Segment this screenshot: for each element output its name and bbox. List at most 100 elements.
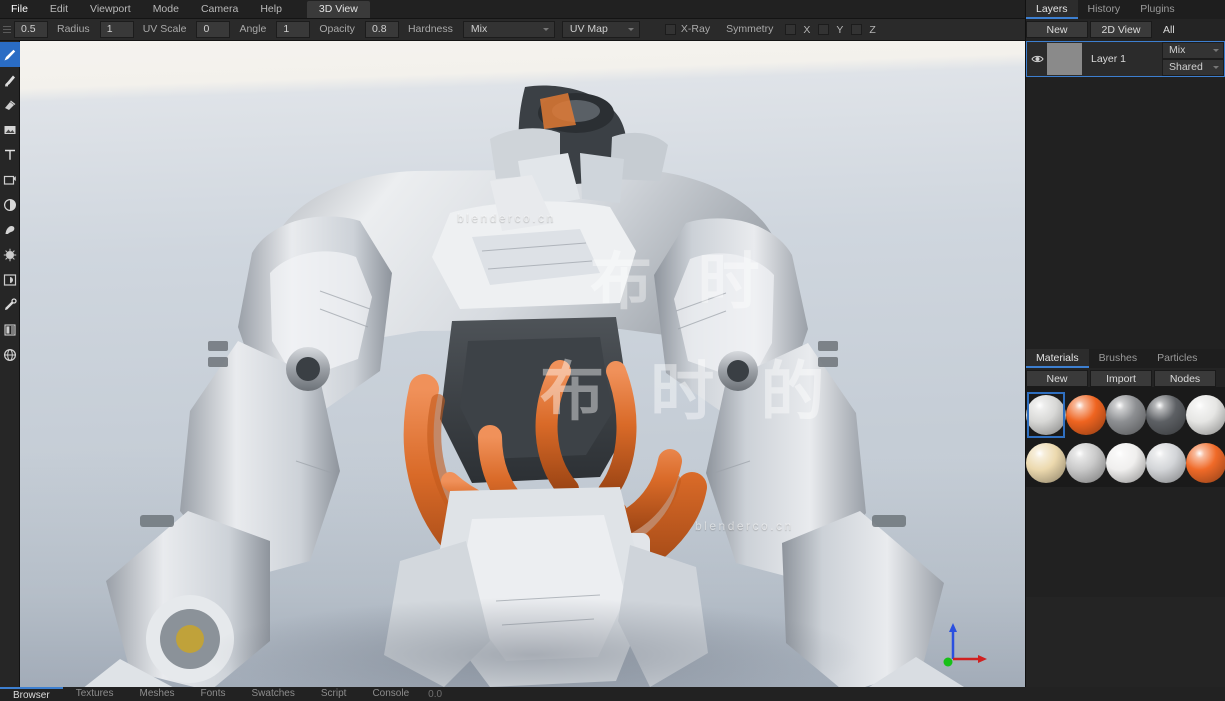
layer-options: Mix Shared	[1162, 42, 1224, 76]
material-swatch-neutral-gray[interactable]	[1066, 439, 1106, 487]
sphere-map-tool[interactable]	[0, 342, 20, 367]
tab-textures[interactable]: Textures	[63, 687, 127, 701]
angle-label: Angle	[231, 21, 276, 38]
toolbar-grip-icon[interactable]	[0, 18, 14, 41]
sponge-tool[interactable]	[0, 242, 20, 267]
material-swatch-light-gray-matte[interactable]	[1026, 391, 1066, 439]
app-window: File Edit Viewport Mode Camera Help 3D V…	[0, 0, 1225, 701]
smudge-tool[interactable]	[0, 217, 20, 242]
fill-tool[interactable]	[0, 167, 20, 192]
opacity-value-input[interactable]: 1	[276, 21, 310, 38]
brush-toolbar: 0.5 Radius 1 UV Scale 0 Angle 1 Opacity …	[0, 18, 1025, 41]
new-layer-button[interactable]: New	[1026, 21, 1088, 38]
2d-view-button[interactable]: 2D View	[1090, 21, 1152, 38]
sponge-icon	[3, 248, 17, 262]
clone-stamp-tool[interactable]	[0, 92, 20, 117]
menu-item-edit[interactable]: Edit	[39, 0, 79, 18]
tab-script[interactable]: Script	[308, 687, 360, 701]
brush-icon	[3, 48, 17, 62]
menu-item-viewport[interactable]: Viewport	[79, 0, 142, 18]
gradient-icon	[3, 323, 17, 337]
xray-checkbox[interactable]	[665, 24, 676, 35]
layer-blend-select[interactable]: Mix	[1162, 42, 1224, 59]
layer-name-label: Layer 1	[1082, 42, 1162, 76]
materials-empty-area[interactable]	[1026, 487, 1225, 597]
tab-console[interactable]: Console	[359, 687, 422, 701]
tab-brushes[interactable]: Brushes	[1089, 349, 1148, 368]
tab-history[interactable]: History	[1078, 0, 1131, 19]
brush-tool[interactable]	[0, 42, 20, 67]
material-swatch-white-gloss[interactable]	[1106, 439, 1146, 487]
layers-list-empty-area[interactable]	[1026, 77, 1225, 349]
right-panel-footer	[1025, 687, 1225, 701]
hardness-value-input[interactable]: 0.8	[365, 21, 399, 38]
tab-browser[interactable]: Browser	[0, 687, 63, 701]
symmetry-y-label: Y	[832, 24, 847, 36]
tab-meshes[interactable]: Meshes	[126, 687, 187, 701]
material-nodes-button[interactable]: Nodes	[1154, 370, 1216, 387]
material-swatch-grid	[1026, 387, 1225, 487]
symmetry-x-checkbox[interactable]	[785, 24, 796, 35]
3d-viewport[interactable]: 布 时 布 时 的 blenderco.cn blenderco.cn	[20, 41, 1025, 687]
material-sphere-preview	[1186, 395, 1225, 435]
bottom-tab-bar: Browser Textures Meshes Fonts Swatches S…	[0, 687, 1025, 701]
material-sphere-preview	[1066, 443, 1106, 483]
material-swatch-white-matte[interactable]	[1186, 391, 1225, 439]
layer-row[interactable]: Layer 1 Mix Shared	[1026, 41, 1225, 77]
sphere-icon	[3, 348, 17, 362]
eraser-tool[interactable]	[0, 67, 20, 92]
blend-mode-select[interactable]: Mix	[463, 21, 555, 38]
tab-fonts[interactable]: Fonts	[188, 687, 239, 701]
material-swatch-orange-gloss[interactable]	[1066, 391, 1106, 439]
axis-gizmo[interactable]	[939, 621, 989, 669]
layer-visibility-toggle[interactable]	[1027, 42, 1047, 76]
menu-item-help[interactable]: Help	[249, 0, 293, 18]
viewport-contact-shadow	[201, 597, 864, 687]
tab-materials[interactable]: Materials	[1026, 349, 1089, 368]
material-swatch-silver[interactable]	[1146, 439, 1186, 487]
xray-label: X-Ray	[681, 21, 718, 38]
symmetry-z-checkbox[interactable]	[851, 24, 862, 35]
tab-swatches[interactable]: Swatches	[239, 687, 308, 701]
menu-item-mode[interactable]: Mode	[142, 0, 190, 18]
menu-item-file[interactable]: File	[0, 0, 39, 18]
material-sphere-preview	[1026, 443, 1066, 483]
dodge-tool[interactable]	[0, 267, 20, 292]
fill-bucket-icon	[3, 173, 17, 187]
robot-mech-render	[20, 41, 1025, 687]
menu-item-camera[interactable]: Camera	[190, 0, 249, 18]
tab-layers[interactable]: Layers	[1026, 0, 1078, 19]
material-sphere-preview	[1026, 395, 1066, 435]
new-material-button[interactable]: New	[1026, 370, 1088, 387]
material-swatch-orange-matte[interactable]	[1186, 439, 1225, 487]
gradient-tool[interactable]	[0, 317, 20, 342]
eyedropper-tool[interactable]	[0, 292, 20, 317]
material-swatch-cream-tan[interactable]	[1026, 439, 1066, 487]
layer-thumbnail[interactable]	[1047, 43, 1082, 75]
layer-scope-select[interactable]: Shared	[1162, 59, 1224, 76]
material-swatch-mid-gray[interactable]	[1106, 391, 1146, 439]
text-tool[interactable]	[0, 142, 20, 167]
contrast-tool[interactable]	[0, 192, 20, 217]
tab-plugins[interactable]: Plugins	[1130, 0, 1184, 19]
symmetry-y-checkbox[interactable]	[818, 24, 829, 35]
uv-scale-label: UV Scale	[135, 21, 197, 38]
material-sphere-preview	[1066, 395, 1106, 435]
angle-value-input[interactable]: 0	[196, 21, 230, 38]
materials-tab-bar: Materials Brushes Particles	[1026, 349, 1225, 368]
tab-particles[interactable]: Particles	[1147, 349, 1207, 368]
contrast-icon	[3, 198, 17, 212]
import-material-button[interactable]: Import	[1090, 370, 1152, 387]
smudge-icon	[3, 223, 17, 237]
eye-icon	[1031, 54, 1044, 64]
uv-scale-value-input[interactable]: 1	[100, 21, 134, 38]
uv-map-select[interactable]: UV Map	[562, 21, 640, 38]
uv-map-value: UV Map	[570, 23, 608, 35]
material-swatch-dark-gray[interactable]	[1146, 391, 1186, 439]
all-layers-button[interactable]: All	[1154, 21, 1225, 38]
opacity-label: Opacity	[311, 21, 365, 38]
tab-3d-view[interactable]: 3D View	[307, 1, 370, 18]
image-tool[interactable]	[0, 117, 20, 142]
text-icon	[3, 148, 17, 162]
radius-value-input[interactable]: 0.5	[14, 21, 48, 38]
